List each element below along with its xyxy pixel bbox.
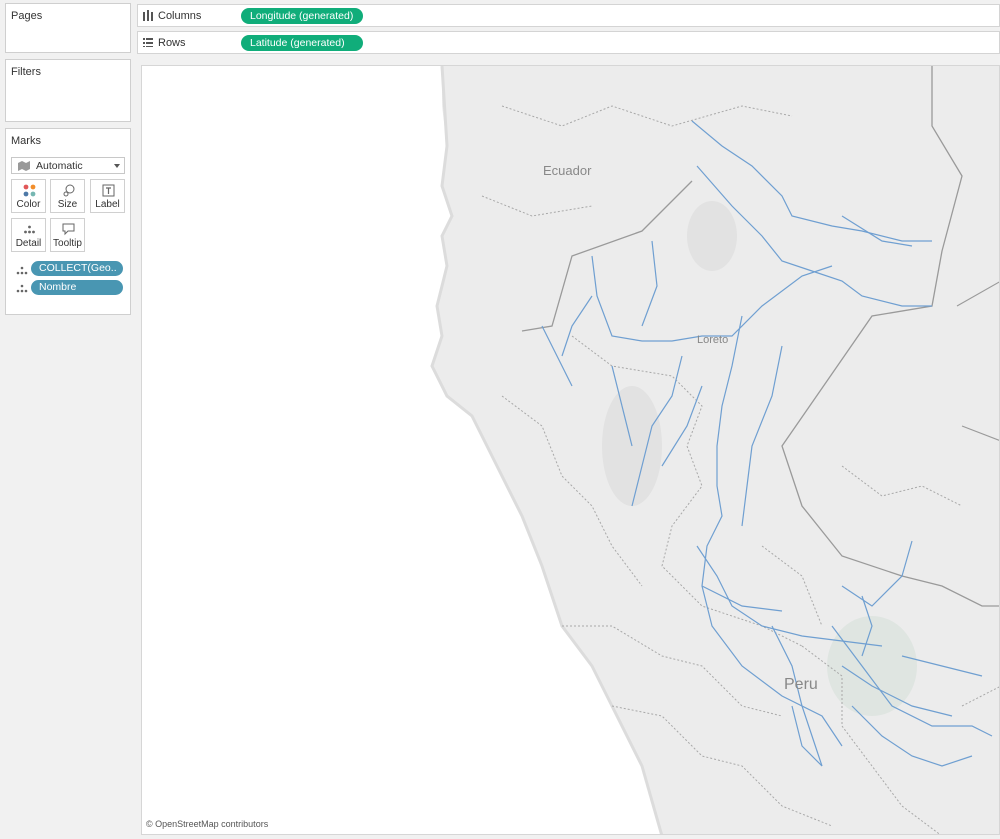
detail-label: Detail xyxy=(15,238,42,249)
map-attribution[interactable]: © OpenStreetMap contributors xyxy=(146,819,268,829)
detail-field-icon xyxy=(16,284,28,293)
rows-icon xyxy=(143,38,153,47)
map-label-peru: Peru xyxy=(784,676,818,693)
map-label-ecuador: Ecuador xyxy=(543,163,592,178)
color-button[interactable]: Color xyxy=(11,179,46,213)
chevron-down-icon xyxy=(114,164,120,168)
columns-shelf[interactable]: Columns Longitude (generated) xyxy=(137,4,1000,27)
field-pill-nombre[interactable]: Nombre xyxy=(31,280,123,295)
terrain-patch xyxy=(687,201,737,271)
detail-button[interactable]: Detail xyxy=(11,218,46,252)
latitude-pill[interactable]: Latitude (generated) xyxy=(241,35,363,51)
field-pill-geometry[interactable]: COLLECT(Geo.. xyxy=(31,261,123,276)
longitude-pill[interactable]: Longitude (generated) xyxy=(241,8,363,24)
mark-type-value: Automatic xyxy=(36,160,83,172)
label-label: Label xyxy=(95,199,120,210)
size-button[interactable]: Size xyxy=(50,179,85,213)
tooltip-button[interactable]: Tooltip xyxy=(50,218,85,252)
map-canvas[interactable] xyxy=(142,66,1000,835)
tooltip-icon xyxy=(62,223,75,236)
color-icon xyxy=(23,184,36,197)
columns-icon xyxy=(143,10,153,21)
text-label-icon xyxy=(102,184,115,197)
pages-title: Pages xyxy=(11,10,43,22)
rows-label: Rows xyxy=(158,37,186,49)
detail-field-icon xyxy=(16,266,28,275)
label-button[interactable]: Label xyxy=(90,179,125,213)
size-icon xyxy=(63,184,75,197)
marks-title: Marks xyxy=(11,135,41,147)
size-label: Size xyxy=(57,199,78,210)
filters-card[interactable]: Filters xyxy=(5,59,131,122)
detail-icon xyxy=(24,225,35,234)
marks-card: Marks Automatic Color Size Label Detail xyxy=(5,128,131,315)
rows-shelf[interactable]: Rows Latitude (generated) xyxy=(137,31,1000,54)
mark-type-dropdown[interactable]: Automatic xyxy=(11,157,125,174)
columns-label: Columns xyxy=(158,10,202,22)
color-label: Color xyxy=(16,199,41,210)
map-mark-icon xyxy=(18,161,30,171)
pages-card[interactable]: Pages xyxy=(5,3,131,53)
land-area xyxy=(432,66,999,834)
filters-title: Filters xyxy=(11,66,41,78)
terrain-patch xyxy=(827,616,917,716)
map-label-loreto: Loreto xyxy=(697,334,729,346)
map-view[interactable]: Ecuador Loreto Peru © OpenStreetMap cont… xyxy=(141,65,1000,835)
tooltip-label: Tooltip xyxy=(53,238,82,249)
